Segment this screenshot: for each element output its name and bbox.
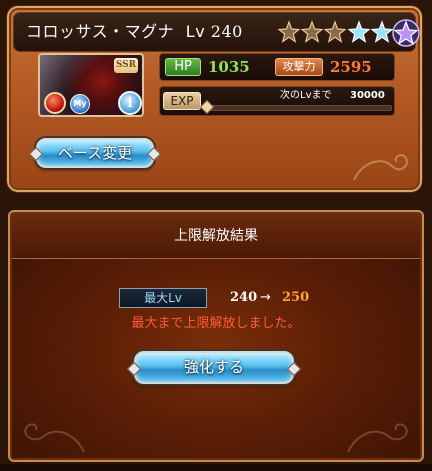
result-title: 上限解放結果 [174,228,258,244]
character-level: 240 [210,22,243,41]
bottom-edge [0,464,432,471]
next-level-label: 次のLvまで [280,90,332,101]
bronze-star-icon [301,20,323,43]
exp-progress-knob [199,99,215,115]
level-prefix: Lv [185,22,206,41]
bronze-star-icon [324,20,346,43]
blue-star-icon [348,20,370,43]
atk-value: 2595 [330,58,372,76]
decorative-swirl-icon [353,154,408,181]
decorative-swirl-icon [24,423,85,453]
decorative-swirl-icon [347,423,408,453]
bronze-star-icon [278,20,300,43]
hp-atk-stats: HP 1035 攻撃力 2595 [159,53,395,81]
exp-label: EXP [163,92,201,110]
result-message: 最大まで上限解放しました。 [131,316,301,331]
character-name-level: コロッサス・マグナ Lv 240 [26,21,243,43]
purple-star-icon [392,19,420,47]
ssr-badge: SSR [114,58,138,73]
blue-star-icon [371,20,393,43]
change-base-button[interactable]: ベース変更 [36,138,154,168]
old-max-level: 240 [230,290,258,305]
my-badge-icon: My [70,94,90,114]
fire-orb-icon [44,92,66,114]
atk-label: 攻撃力 [275,58,323,76]
hp-value: 1035 [208,58,250,76]
level-arrow: → [260,290,271,305]
next-level-value: 30000 [350,90,385,101]
exp-progress-bar [206,105,392,111]
limit-break-result-panel: 上限解放結果 最大Lv 240 → 250 最大まで上限解放しました。 強化する [8,210,424,462]
enhance-button[interactable]: 強化する [134,351,294,384]
new-max-level: 250 [282,290,310,305]
info-icon[interactable]: i [118,91,142,115]
hp-label: HP [165,58,201,76]
max-level-label: 最大Lv [119,288,207,308]
character-name: コロッサス・マグナ [26,22,175,41]
result-panel-header: 上限解放結果 [12,214,420,259]
character-title-bar: コロッサス・マグナ Lv 240 [13,12,420,52]
exp-stats: EXP 次のLvまで 30000 [159,86,395,116]
